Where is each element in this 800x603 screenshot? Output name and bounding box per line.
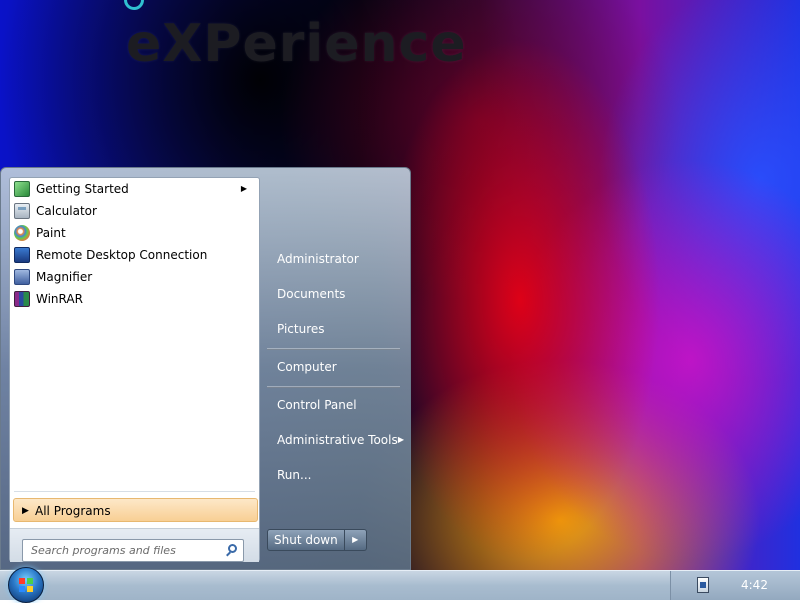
all-programs-button[interactable]: ▶ All Programs: [13, 498, 258, 522]
place-item-run[interactable]: Run...: [267, 462, 402, 488]
program-label: WinRAR: [36, 292, 83, 306]
wallpaper-ring-decoration: [124, 0, 144, 10]
paint-icon: [14, 225, 30, 241]
place-label: Administrator: [277, 252, 359, 266]
place-item-computer[interactable]: Computer: [267, 354, 402, 380]
program-item-getting-started[interactable]: Getting Started ▶: [10, 178, 259, 200]
notification-area: 4:42: [670, 571, 800, 600]
clock[interactable]: 4:42: [741, 571, 768, 600]
place-label: Run...: [277, 468, 312, 482]
places-pane: Administrator Documents Pictures Compute…: [267, 168, 412, 571]
programs-divider: [14, 491, 255, 492]
magnifier-icon: [14, 269, 30, 285]
program-label: Magnifier: [36, 270, 93, 284]
search-area: Search programs and files: [10, 528, 259, 562]
windows-logo-icon: [19, 578, 33, 592]
program-list: Getting Started ▶ Calculator Paint Remot…: [10, 178, 259, 310]
place-item-control-panel[interactable]: Control Panel: [267, 392, 402, 418]
places-divider: [267, 386, 400, 388]
all-programs-label: All Programs: [35, 504, 111, 518]
place-label: Documents: [277, 287, 346, 301]
calculator-icon: [14, 203, 30, 219]
program-item-calculator[interactable]: Calculator: [10, 200, 259, 222]
search-placeholder: Search programs and files: [31, 544, 176, 557]
start-button[interactable]: [8, 567, 44, 603]
search-input[interactable]: Search programs and files: [22, 539, 244, 562]
getting-started-icon: [14, 181, 30, 197]
submenu-arrow-icon: ▶: [240, 184, 247, 193]
program-label: Calculator: [36, 204, 97, 218]
chevron-right-icon: ▶: [352, 535, 359, 544]
search-icon[interactable]: [228, 544, 237, 553]
shutdown-options-button[interactable]: ▶: [344, 529, 367, 551]
program-item-winrar[interactable]: WinRAR: [10, 288, 259, 310]
winrar-icon: [14, 291, 30, 307]
program-label: Getting Started: [36, 182, 129, 196]
start-menu: Getting Started ▶ Calculator Paint Remot…: [0, 167, 411, 570]
programs-pane: Getting Started ▶ Calculator Paint Remot…: [9, 177, 260, 562]
place-label: Pictures: [277, 322, 325, 336]
place-item-documents[interactable]: Documents: [267, 281, 402, 307]
notification-tray-icon[interactable]: [697, 577, 709, 593]
wallpaper-logo: eXPerience: [126, 14, 467, 74]
remote-desktop-icon: [14, 247, 30, 263]
shutdown-button[interactable]: Shut down: [267, 529, 345, 551]
program-label: Remote Desktop Connection: [36, 248, 208, 262]
triangle-right-icon: ▶: [22, 506, 29, 516]
taskbar: 4:42: [0, 567, 800, 603]
place-item-administrator[interactable]: Administrator: [267, 246, 402, 272]
program-item-paint[interactable]: Paint: [10, 222, 259, 244]
place-label: Control Panel: [277, 398, 357, 412]
place-label: Administrative Tools: [277, 433, 398, 447]
program-label: Paint: [36, 226, 66, 240]
shutdown-group: Shut down ▶: [267, 529, 367, 551]
program-item-magnifier[interactable]: Magnifier: [10, 266, 259, 288]
place-label: Computer: [277, 360, 337, 374]
places-divider: [267, 348, 400, 350]
place-item-administrative-tools[interactable]: Administrative Tools ▶: [267, 427, 404, 453]
program-item-remote-desktop[interactable]: Remote Desktop Connection: [10, 244, 259, 266]
place-item-pictures[interactable]: Pictures: [267, 316, 402, 342]
submenu-arrow-icon: ▶: [397, 435, 404, 444]
